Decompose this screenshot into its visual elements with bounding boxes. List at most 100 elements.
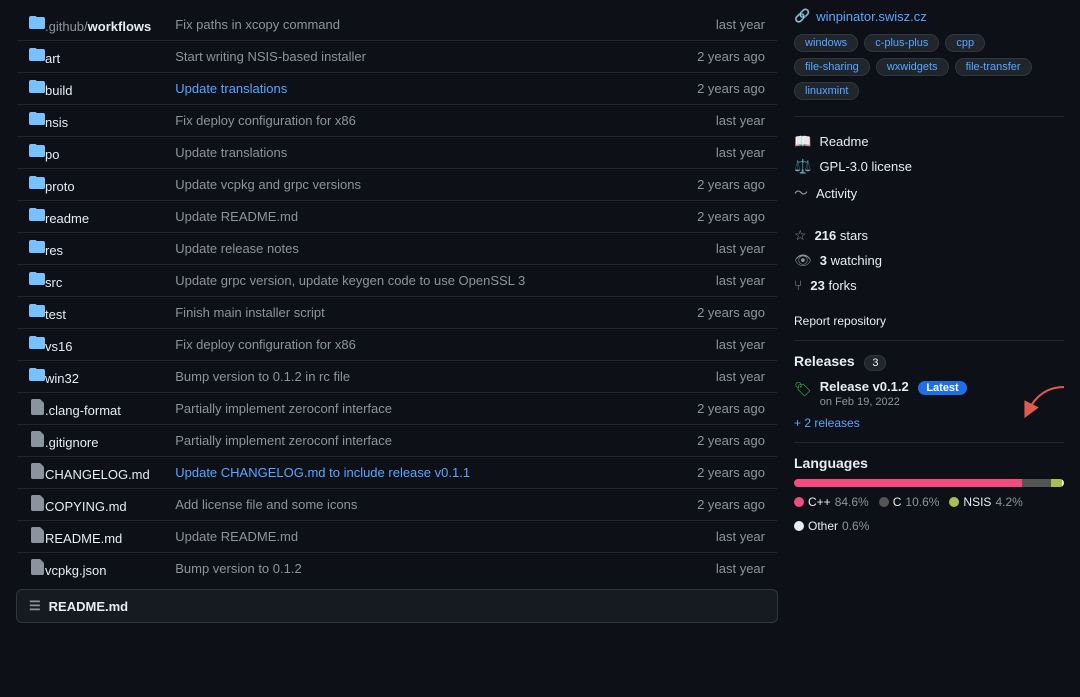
releases-header: Releases 3 xyxy=(794,353,1064,369)
lang-dot xyxy=(794,497,804,507)
file-name-link[interactable]: vs16 xyxy=(45,339,72,354)
file-name-link[interactable]: .gitignore xyxy=(45,435,98,450)
table-row: resUpdate release noteslast year xyxy=(17,233,778,265)
file-name-cell: README.md xyxy=(17,521,164,553)
commit-cell: Update grpc version, update keygen code … xyxy=(163,265,685,297)
file-name-cell: .github/workflows xyxy=(17,9,164,41)
lang-percent: 0.6% xyxy=(842,519,869,533)
stat-link[interactable]: ⑂23 forks xyxy=(794,273,1064,297)
table-row: artStart writing NSIS-based installer2 y… xyxy=(17,41,778,73)
table-row: readmeUpdate README.md2 years ago xyxy=(17,201,778,233)
file-name-link[interactable]: build xyxy=(45,83,72,98)
website-link[interactable]: 🔗 winpinator.swisz.cz xyxy=(794,8,1064,24)
time-cell: 2 years ago xyxy=(685,73,777,105)
folder-icon xyxy=(29,207,45,223)
side-panel: 🔗 winpinator.swisz.cz windows c-plus-plus… xyxy=(794,8,1064,623)
file-name-cell: art xyxy=(17,41,164,73)
side-nav-link[interactable]: 📖Readme xyxy=(794,129,1064,154)
links-section: 📖Readme⚖️GPL-3.0 license〜Activity xyxy=(794,129,1064,207)
lang-label: NSIS4.2% xyxy=(949,495,1022,509)
side-link-label: GPL-3.0 license xyxy=(819,159,912,174)
release-tag-icon: 🏷 xyxy=(794,381,812,398)
file-name-link[interactable]: win32 xyxy=(45,371,79,386)
release-item: 🏷 Release v0.1.2 Latest on Feb 19, 2022 xyxy=(794,379,1064,408)
file-icon xyxy=(29,527,45,543)
commit-cell: Update translations xyxy=(163,137,685,169)
topic-tag[interactable]: file-sharing xyxy=(794,58,870,76)
table-row: vs16 Fix deploy configuration for x86last… xyxy=(17,329,778,361)
file-name-link[interactable]: po xyxy=(45,147,59,162)
file-name-cell: vs16 xyxy=(17,329,164,361)
file-name-link[interactable]: proto xyxy=(45,179,75,194)
file-name-link[interactable]: vcpkg.json xyxy=(45,563,106,578)
stat-count: 23 forks xyxy=(810,278,856,293)
commit-link[interactable]: Update CHANGELOG.md to include release v… xyxy=(175,465,470,480)
folder-icon xyxy=(29,335,45,351)
side-link-label: Readme xyxy=(819,134,868,149)
table-row: vcpkg.jsonBump version to 0.1.2last year xyxy=(17,553,778,585)
topic-tag[interactable]: c-plus-plus xyxy=(864,34,939,52)
commit-cell: Fix deploy configuration for x86 xyxy=(163,329,685,361)
website-section: 🔗 winpinator.swisz.cz windows c-plus-plus… xyxy=(794,8,1064,100)
side-nav-link[interactable]: ⚖️GPL-3.0 license xyxy=(794,154,1064,179)
table-row: .gitignorePartially implement zeroconf i… xyxy=(17,425,778,457)
commit-cell: Update release notes xyxy=(163,233,685,265)
file-name-cell: COPYING.md xyxy=(17,489,164,521)
stat-link[interactable]: 👁3 watching xyxy=(794,248,1064,273)
tags-row: windows c-plus-plus cpp file-sharing wxwidge… xyxy=(794,34,1064,100)
topic-tag[interactable]: cpp xyxy=(945,34,985,52)
releases-more-link[interactable]: + 2 releases xyxy=(794,416,1064,430)
file-name-cell: vcpkg.json xyxy=(17,553,164,585)
file-name-link[interactable]: nsis xyxy=(45,115,68,130)
topic-tag[interactable]: file-transfer xyxy=(955,58,1032,76)
side-link-label: Activity xyxy=(816,186,857,201)
file-name-link[interactable]: COPYING.md xyxy=(45,499,127,514)
lang-dot xyxy=(794,521,804,531)
table-row: win32Bump version to 0.1.2 in rc filelas… xyxy=(17,361,778,393)
file-name-link[interactable]: src xyxy=(45,275,62,290)
release-date: on Feb 19, 2022 xyxy=(820,396,967,408)
file-name-link[interactable]: .clang-format xyxy=(45,403,121,418)
file-name-link[interactable]: readme xyxy=(45,211,89,226)
lang-name: Other xyxy=(808,519,838,533)
commit-cell: Fix paths in xcopy command xyxy=(163,9,685,41)
table-row: src Update grpc version, update keygen co… xyxy=(17,265,778,297)
commit-cell: Fix deploy configuration for x86 xyxy=(163,105,685,137)
release-name-link[interactable]: Release v0.1.2 xyxy=(820,379,909,394)
lang-name: C++ xyxy=(808,495,831,509)
table-row: build Update translations 2 years ago xyxy=(17,73,778,105)
side-nav-link[interactable]: 〜Activity xyxy=(794,179,1064,207)
file-name-link[interactable]: res xyxy=(45,243,63,258)
commit-cell: Update vcpkg and grpc versions xyxy=(163,169,685,201)
topic-tag[interactable]: wxwidgets xyxy=(876,58,949,76)
readme-bar-label: README.md xyxy=(49,599,128,614)
file-name-cell: res xyxy=(17,233,164,265)
topic-tag[interactable]: linuxmint xyxy=(794,82,859,100)
lang-label: Other 0.6% xyxy=(794,519,869,533)
file-name-link[interactable]: test xyxy=(45,307,66,322)
commit-cell: Add license file and some icons xyxy=(163,489,685,521)
stat-link[interactable]: ☆216 stars xyxy=(794,223,1064,248)
time-cell: last year xyxy=(685,137,777,169)
file-name-cell: readme xyxy=(17,201,164,233)
report-link[interactable]: Report repository xyxy=(794,314,886,328)
folder-icon xyxy=(29,303,45,319)
time-cell: 2 years ago xyxy=(685,297,777,329)
file-name-link[interactable]: README.md xyxy=(45,531,122,546)
file-name-link[interactable]: art xyxy=(45,51,60,66)
lang-name: C xyxy=(893,495,902,509)
folder-icon xyxy=(29,79,45,95)
time-cell: 2 years ago xyxy=(685,393,777,425)
commit-cell: Partially implement zeroconf interface xyxy=(163,393,685,425)
time-cell: 2 years ago xyxy=(685,201,777,233)
file-name-link[interactable]: CHANGELOG.md xyxy=(45,467,150,482)
commit-cell: Update CHANGELOG.md to include release v… xyxy=(163,457,685,489)
folder-icon xyxy=(29,367,45,383)
lang-percent: 10.6% xyxy=(905,495,939,509)
time-cell: last year xyxy=(685,329,777,361)
file-name-cell: test xyxy=(17,297,164,329)
commit-link[interactable]: Update translations xyxy=(175,81,287,96)
file-name-link[interactable]: .github/workflows xyxy=(45,19,151,34)
topic-tag[interactable]: windows xyxy=(794,34,858,52)
main-panel: .github/workflows Fix paths in xcopy comm… xyxy=(16,8,778,623)
